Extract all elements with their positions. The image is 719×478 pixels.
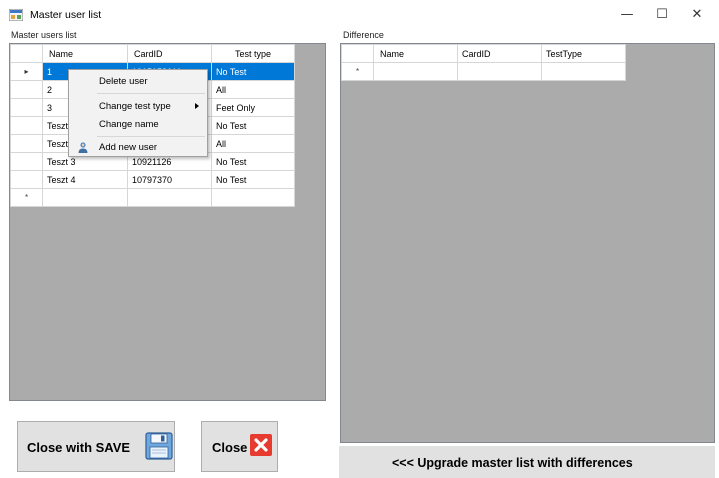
close-label: Close [212, 440, 248, 455]
column-header-name[interactable]: Name [373, 44, 458, 63]
cell-test-type[interactable]: Feet Only [211, 98, 295, 117]
menu-item-add-new-user[interactable]: Add new user [69, 138, 207, 157]
cell-test-type[interactable] [541, 62, 626, 81]
column-header-cardid[interactable]: CardID [457, 44, 542, 63]
cell-test-type[interactable]: No Test [211, 170, 295, 189]
row-header-corner [10, 44, 43, 63]
column-header-test-type[interactable]: Test type [211, 44, 295, 63]
user-add-icon [78, 142, 88, 153]
window-title: Master user list [30, 9, 102, 21]
cell-test-type[interactable]: No Test [211, 152, 295, 171]
cell-test-type[interactable]: All [211, 134, 295, 153]
new-row[interactable]: * [10, 188, 295, 207]
cell-name[interactable] [373, 62, 458, 81]
cell-test-type[interactable] [211, 188, 295, 207]
cell-cardid[interactable] [127, 188, 212, 207]
table-row[interactable]: Teszt 4 10797370 No Test [10, 170, 295, 189]
close-with-save-label: Close with SAVE [27, 440, 131, 455]
row-selector[interactable] [10, 116, 43, 135]
close-button[interactable]: Close [201, 421, 278, 472]
row-selector[interactable] [10, 80, 43, 99]
cell-test-type[interactable]: All [211, 80, 295, 99]
header-row: Name CardID TestType [341, 44, 626, 63]
difference-table: Name CardID TestType * [341, 44, 626, 81]
upgrade-master-list-button[interactable]: <<< Upgrade master list with differences [339, 446, 715, 478]
maximize-button[interactable]: ☐ [645, 4, 679, 26]
window-app-icon [9, 9, 23, 21]
cell-cardid[interactable]: 10797370 [127, 170, 212, 189]
cell-cardid[interactable] [457, 62, 542, 81]
menu-item-change-name[interactable]: Change name [69, 115, 207, 134]
column-header-name[interactable]: Name [42, 44, 128, 63]
minimize-button[interactable]: — [610, 4, 644, 26]
row-selector[interactable] [10, 134, 43, 153]
difference-grid[interactable]: Name CardID TestType * [340, 43, 715, 443]
upgrade-label: <<< Upgrade master list with differences [392, 456, 633, 470]
difference-group-label: Difference [343, 30, 384, 40]
menu-item-label: Change name [99, 119, 159, 130]
menu-separator [97, 136, 205, 137]
submenu-arrow-icon [195, 103, 199, 109]
cell-test-type[interactable]: No Test [211, 116, 295, 135]
new-row-marker[interactable]: * [10, 188, 43, 207]
cell-name[interactable]: Teszt 4 [42, 170, 128, 189]
menu-item-label: Change test type [99, 101, 171, 112]
header-row: Name CardID Test type [10, 44, 295, 63]
close-with-save-button[interactable]: Close with SAVE [17, 421, 175, 472]
floppy-disk-icon [145, 432, 173, 460]
close-x-icon [250, 434, 272, 456]
title-bar[interactable]: Master user list — ☐ ✕ [0, 0, 719, 30]
row-selector-arrow[interactable]: ▸ [10, 62, 43, 81]
close-window-button[interactable]: ✕ [680, 4, 714, 26]
menu-item-delete-user[interactable]: Delete user [69, 72, 207, 91]
menu-item-label: Add new user [99, 142, 158, 153]
menu-item-change-test-type[interactable]: Change test type [69, 97, 207, 116]
master-list-group-label: Master users list [11, 30, 77, 40]
context-menu: Delete user Change test type Change name… [68, 69, 208, 157]
column-header-cardid[interactable]: CardID [127, 44, 212, 63]
new-row[interactable]: * [341, 62, 626, 81]
row-selector[interactable] [10, 170, 43, 189]
row-selector[interactable] [10, 98, 43, 117]
cell-test-type[interactable]: No Test [211, 62, 295, 81]
new-row-marker[interactable]: * [341, 62, 374, 81]
row-header-corner [341, 44, 374, 63]
column-header-test-type[interactable]: TestType [541, 44, 626, 63]
row-selector[interactable] [10, 152, 43, 171]
menu-separator [97, 93, 205, 94]
cell-name[interactable] [42, 188, 128, 207]
menu-item-label: Delete user [99, 76, 148, 87]
